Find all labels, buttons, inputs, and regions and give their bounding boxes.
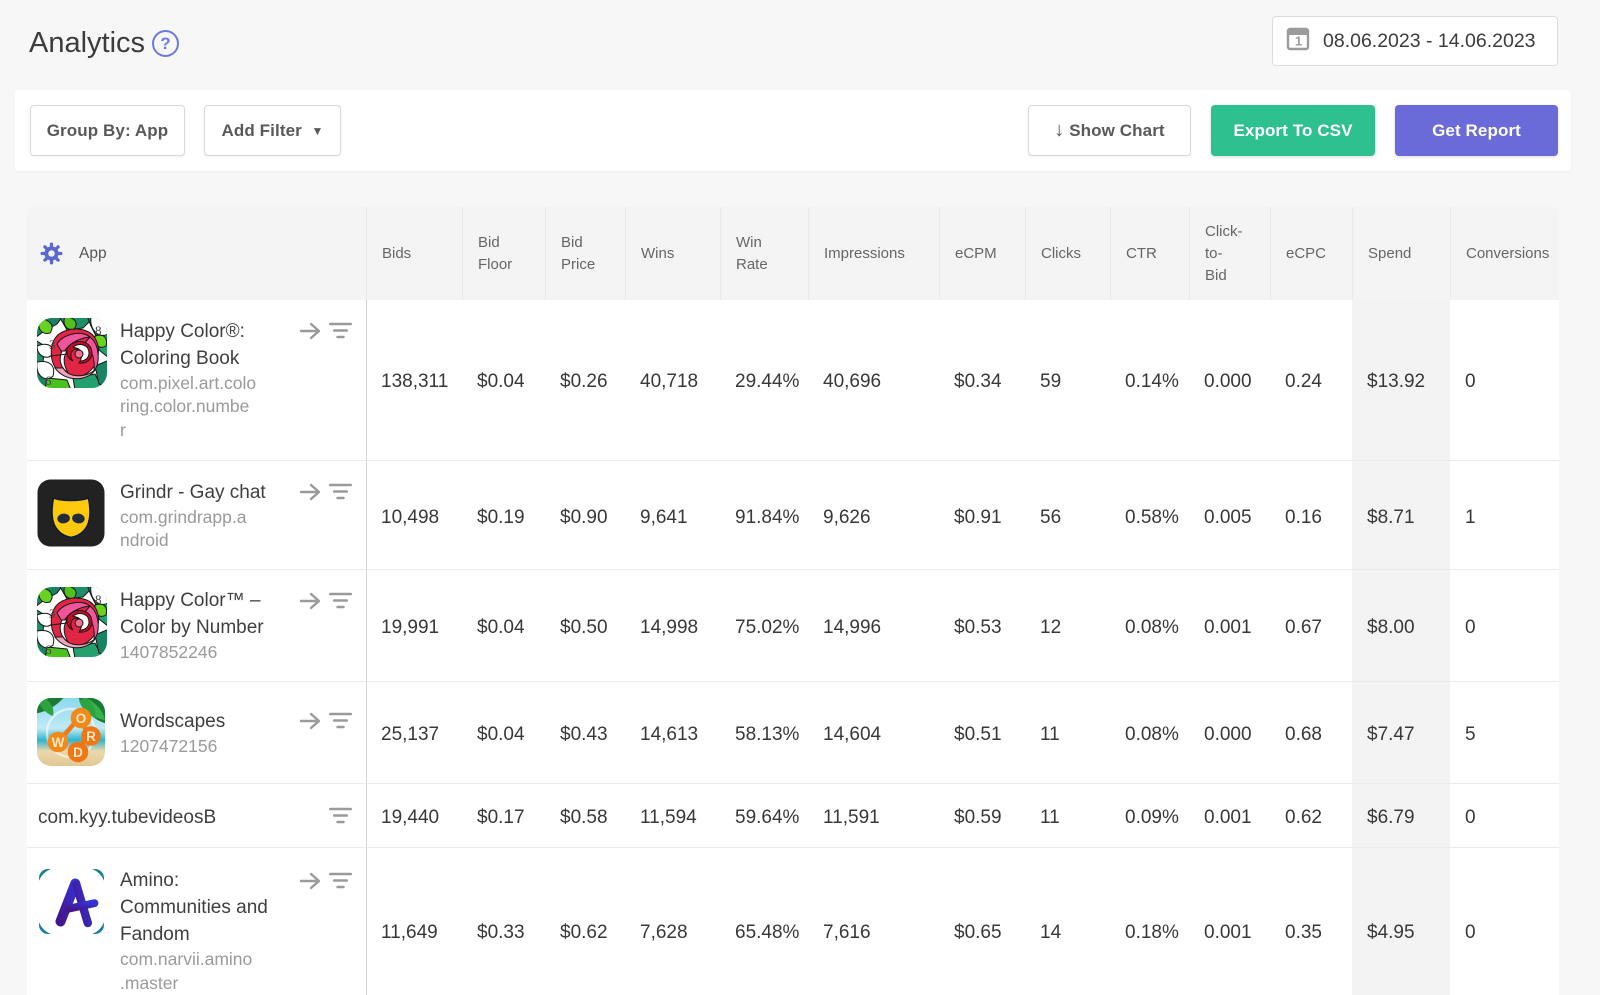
svg-text:O: O: [76, 711, 87, 726]
svg-text:8: 8: [95, 323, 102, 338]
svg-text:8: 8: [95, 592, 102, 607]
svg-text:D: D: [73, 745, 83, 760]
svg-text:R: R: [86, 729, 96, 744]
svg-text:1: 1: [1295, 34, 1302, 49]
svg-text:3: 3: [49, 606, 56, 621]
svg-text:6: 6: [45, 373, 52, 388]
svg-text:3: 3: [49, 337, 56, 352]
svg-text:W: W: [52, 735, 65, 750]
svg-text:6: 6: [45, 642, 52, 657]
